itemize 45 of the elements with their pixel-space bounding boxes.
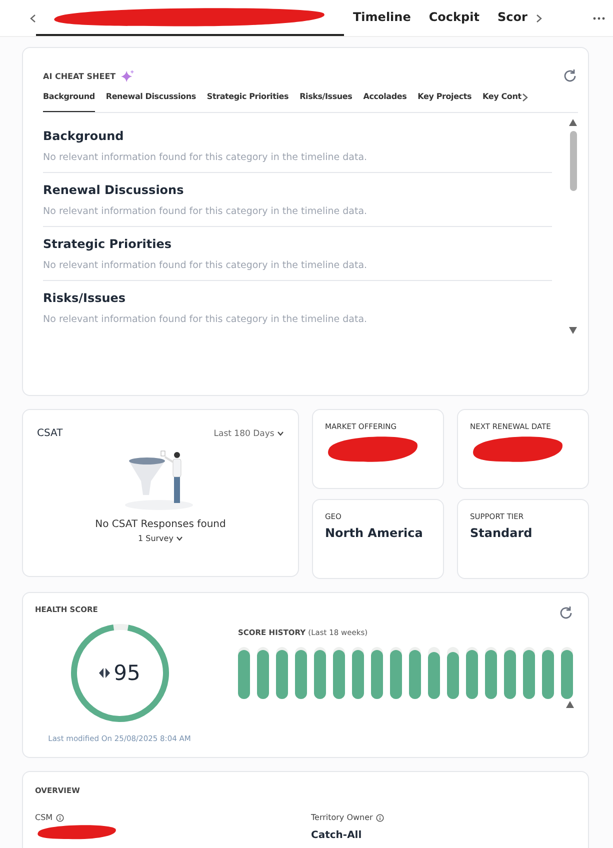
field-label: CSM xyxy=(35,813,53,822)
category-heading: Strategic Priorities xyxy=(43,237,172,251)
field-value: Catch-All xyxy=(311,830,363,841)
chevron-right-icon[interactable] xyxy=(522,93,528,102)
empty-message: No relevant information found for this category in the timeline data. xyxy=(43,314,368,325)
info-icon[interactable] xyxy=(376,814,384,822)
category-tab[interactable]: Background xyxy=(43,88,95,112)
category-tab[interactable]: Accolades xyxy=(363,88,407,112)
scrollbar-thumb[interactable] xyxy=(570,131,576,191)
chevron-right-icon[interactable] xyxy=(536,14,542,22)
chevron-left-icon[interactable] xyxy=(30,14,36,22)
nav-tab[interactable]: Scor xyxy=(488,0,536,36)
field-value: Standard xyxy=(470,526,534,540)
left-right-arrows-icon xyxy=(98,668,110,678)
section-title: AI CHEAT SHEET xyxy=(43,72,116,80)
category-tab[interactable]: Key Projects xyxy=(418,88,472,112)
empty-message: No CSAT Responses found xyxy=(95,519,226,530)
more-icon[interactable] xyxy=(593,16,605,20)
category-tab[interactable]: Renewal Discussions xyxy=(106,88,196,112)
refresh-icon[interactable] xyxy=(562,68,578,84)
caret-icon[interactable] xyxy=(277,430,284,436)
score-value: 95 xyxy=(114,661,140,685)
scroll-down-icon[interactable] xyxy=(569,327,577,334)
empty-message: No relevant information found for this category in the timeline data. xyxy=(43,152,368,163)
nav-tab[interactable]: Cockpit xyxy=(420,0,488,36)
field-label: Territory Owner xyxy=(311,813,373,822)
empty-message: No relevant information found for this category in the timeline data. xyxy=(43,206,368,217)
field-value: North America xyxy=(325,526,424,540)
category-heading: Renewal Discussions xyxy=(43,183,185,197)
card-title: CSAT xyxy=(37,428,63,439)
nav-tab[interactable]: Timeline xyxy=(344,0,420,36)
category-tab[interactable]: Strategic Priorities xyxy=(206,88,289,112)
scroll-up-icon[interactable] xyxy=(569,119,577,126)
caret-icon[interactable] xyxy=(176,536,183,541)
category-heading: Risks/Issues xyxy=(43,291,127,305)
refresh-icon[interactable] xyxy=(558,605,574,621)
empty-message: No relevant information found for this category in the timeline data. xyxy=(43,260,368,271)
category-tab[interactable]: Key Cont xyxy=(482,88,522,112)
survey-dropdown[interactable]: 1 Survey xyxy=(138,534,183,543)
category-tab[interactable]: Risks/Issues xyxy=(300,88,352,112)
triangle-marker-icon xyxy=(566,701,574,708)
sparkle-icon xyxy=(120,70,134,82)
info-icon[interactable] xyxy=(56,814,64,822)
period-dropdown[interactable]: Last 180 Days xyxy=(214,428,284,438)
category-heading: Background xyxy=(43,129,125,143)
